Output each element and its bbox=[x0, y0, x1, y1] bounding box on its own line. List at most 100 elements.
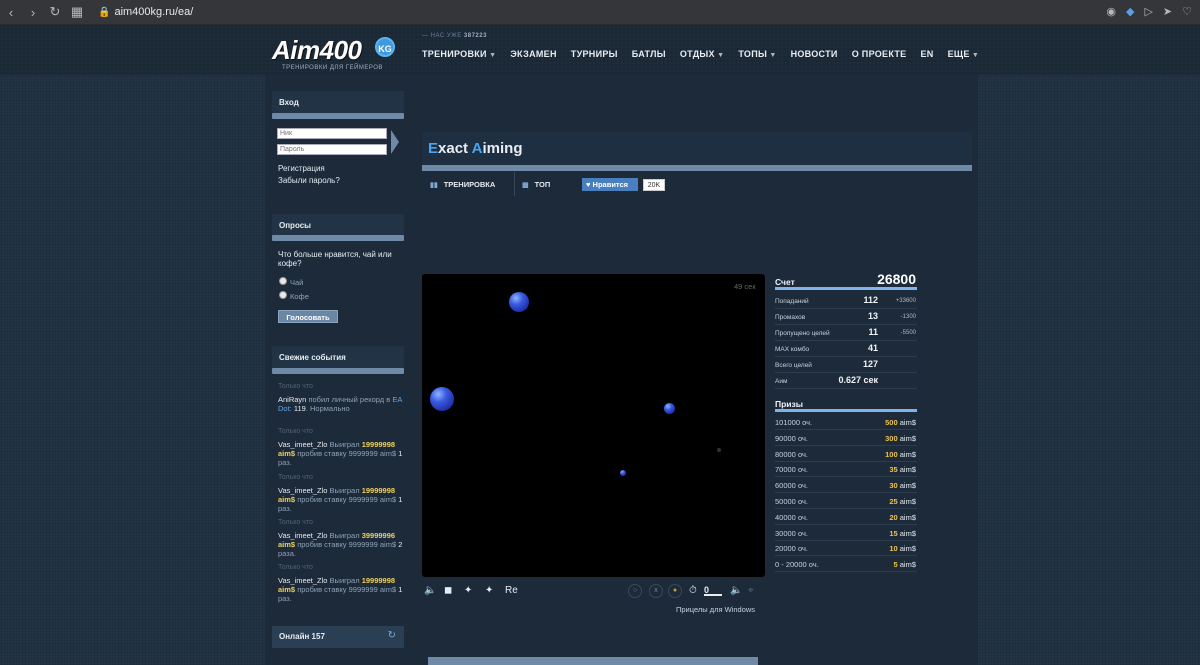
prize-value: 25 aim$ bbox=[850, 497, 916, 506]
logo-text: Aim400 bbox=[272, 35, 362, 65]
circle-icon[interactable]: ○ bbox=[628, 584, 642, 598]
score-value: 112 bbox=[863, 295, 878, 305]
prize-value: 100 aim$ bbox=[850, 450, 916, 459]
event-user[interactable]: Vas_imeet_Zlo bbox=[278, 486, 327, 495]
event-text3: . Нормально bbox=[305, 404, 350, 413]
event-user[interactable]: Vas_imeet_Zlo bbox=[278, 576, 327, 585]
prize-unit: aim$ bbox=[897, 465, 916, 475]
vote-button[interactable]: Голосовать bbox=[278, 310, 338, 323]
score-value: 41 bbox=[867, 343, 878, 353]
close-icon[interactable]: x bbox=[649, 584, 663, 598]
forgot-password-link[interactable]: Забыли пароль? bbox=[278, 176, 340, 185]
event-text1: Выиграл bbox=[327, 531, 362, 540]
top-icon: ▩ bbox=[522, 182, 529, 189]
score-value: 127 bbox=[862, 359, 878, 369]
target-ball[interactable] bbox=[664, 403, 675, 414]
nav-item-9[interactable]: ЕЩЕ ▼ bbox=[948, 49, 980, 59]
game-canvas[interactable] bbox=[422, 274, 765, 577]
prize-label: 40000 оч. bbox=[775, 512, 808, 522]
event-text3: раз. bbox=[278, 594, 292, 603]
color-wrench-icon[interactable]: ◼ bbox=[444, 585, 452, 596]
title-initial-e: E bbox=[428, 140, 439, 157]
nav-item-8[interactable]: EN bbox=[920, 49, 933, 59]
stopwatch-icon[interactable]: ⏱ bbox=[689, 585, 697, 596]
grid-icon[interactable]: ▦ bbox=[66, 4, 88, 20]
poll-option-tea: Чай bbox=[290, 278, 304, 287]
event-time: Только что bbox=[278, 428, 313, 435]
prize-unit: aim$ bbox=[897, 418, 916, 427]
target-ball[interactable] bbox=[430, 387, 454, 411]
tab-training[interactable]: ▮▮ ТРЕНИРОВКА bbox=[430, 180, 495, 189]
nav-item-0[interactable]: ТРЕНИРОВКИ ▼ bbox=[422, 49, 496, 59]
login-submit-arrow[interactable] bbox=[391, 130, 399, 154]
events-title: Свежие события bbox=[279, 353, 346, 362]
event-text3: раза. bbox=[278, 549, 296, 558]
score-label: Попаданий bbox=[775, 298, 809, 305]
shield-icon[interactable]: ◆ bbox=[1126, 5, 1134, 18]
ball-wrench-icon[interactable]: ✦ bbox=[464, 585, 472, 596]
event-user[interactable]: Vas_imeet_Zlo bbox=[278, 440, 327, 449]
tab-top[interactable]: ▩ ТОП bbox=[522, 180, 550, 189]
sound-wrench-icon[interactable]: 🔈 bbox=[424, 585, 436, 596]
reload-icon[interactable]: ↻ bbox=[44, 4, 66, 20]
poll-radio-coffee[interactable] bbox=[279, 291, 287, 299]
nick-input[interactable] bbox=[277, 128, 387, 139]
password-input[interactable] bbox=[277, 144, 387, 155]
prize-label: 0 - 20000 оч. bbox=[775, 560, 819, 570]
prize-divider bbox=[775, 539, 917, 541]
back-icon[interactable]: ‹ bbox=[0, 5, 22, 20]
nav-label: ТУРНИРЫ bbox=[570, 49, 618, 59]
event-time: Только что bbox=[278, 383, 313, 390]
target-ball[interactable] bbox=[620, 470, 626, 476]
score-delta: +33600 bbox=[895, 298, 916, 304]
address-bar[interactable]: aim400kg.ru/ea/ bbox=[114, 6, 193, 18]
send-icon[interactable]: ➤ bbox=[1163, 5, 1172, 18]
nav-item-6[interactable]: НОВОСТИ bbox=[791, 49, 838, 59]
prize-amount: 20 bbox=[889, 512, 898, 522]
prize-label: 20000 оч. bbox=[775, 544, 808, 554]
event-text1: Выиграл bbox=[327, 440, 362, 449]
logo-subtitle: ТРЕНИРОВКИ ДЛЯ ГЕЙМЕРОВ bbox=[282, 65, 383, 71]
nav-item-2[interactable]: ТУРНИРЫ bbox=[571, 49, 618, 59]
speaker-icon[interactable]: 🔈 bbox=[730, 585, 742, 596]
nav-item-4[interactable]: ОТДЫХ ▼ bbox=[680, 49, 724, 59]
score-label: MAX комбо bbox=[775, 346, 810, 353]
camera-icon[interactable]: ◉ bbox=[1106, 5, 1116, 18]
cursors-link[interactable]: Прицелы для Windows bbox=[676, 605, 755, 614]
settings-wrench-icon[interactable]: ✦ bbox=[485, 585, 493, 596]
orange-dot-icon[interactable]: ● bbox=[668, 584, 682, 598]
target-ball[interactable] bbox=[509, 292, 529, 312]
site-logo[interactable]: Aim400 KG ТРЕНИРОВКИ ДЛЯ ГЕЙМЕРОВ bbox=[272, 31, 412, 73]
nav-item-3[interactable]: БАТЛЫ bbox=[632, 49, 666, 59]
event-time: Только что bbox=[278, 519, 313, 526]
like-button[interactable]: ♥ Нравится bbox=[582, 178, 638, 191]
play-icon[interactable]: ▷ bbox=[1144, 5, 1152, 18]
page-title: Exact Aiming bbox=[428, 140, 523, 157]
score-value: 13 bbox=[867, 311, 878, 321]
prize-label: 101000 оч. bbox=[775, 418, 813, 427]
prize-divider bbox=[775, 523, 917, 525]
score-label: Промахов bbox=[775, 314, 806, 321]
nav-item-7[interactable]: О ПРОЕКТЕ bbox=[852, 49, 907, 59]
register-link[interactable]: Регистрация bbox=[278, 164, 325, 173]
nav-item-1[interactable]: ЭКЗАМЕН bbox=[510, 49, 556, 59]
restart-button[interactable]: Re bbox=[505, 585, 518, 596]
volume-slider[interactable] bbox=[704, 594, 722, 596]
crosshair-icon[interactable]: ⌖ bbox=[748, 585, 754, 596]
title-initial-a: A bbox=[471, 140, 483, 157]
heart-icon[interactable]: ♡ bbox=[1182, 5, 1192, 18]
refresh-icon[interactable]: ↻ bbox=[388, 630, 396, 641]
event-user[interactable]: AniRayn bbox=[278, 395, 306, 404]
prize-label: 50000 оч. bbox=[775, 497, 808, 506]
nav-item-5[interactable]: ТОПЫ ▼ bbox=[738, 49, 776, 59]
nav-label: ЭКЗАМЕН bbox=[510, 49, 557, 59]
poll-radio-tea[interactable] bbox=[279, 277, 287, 285]
prizes-title: Призы bbox=[775, 399, 804, 409]
forward-icon[interactable]: › bbox=[22, 5, 44, 20]
tab-training-label: ТРЕНИРОВКА bbox=[443, 180, 496, 189]
event-user[interactable]: Vas_imeet_Zlo bbox=[278, 531, 327, 540]
prize-amount: 25 bbox=[889, 497, 898, 506]
prize-amount: 15 bbox=[889, 528, 898, 538]
heart-icon: ♥ bbox=[586, 180, 591, 189]
event-text1: Выиграл bbox=[327, 486, 362, 495]
